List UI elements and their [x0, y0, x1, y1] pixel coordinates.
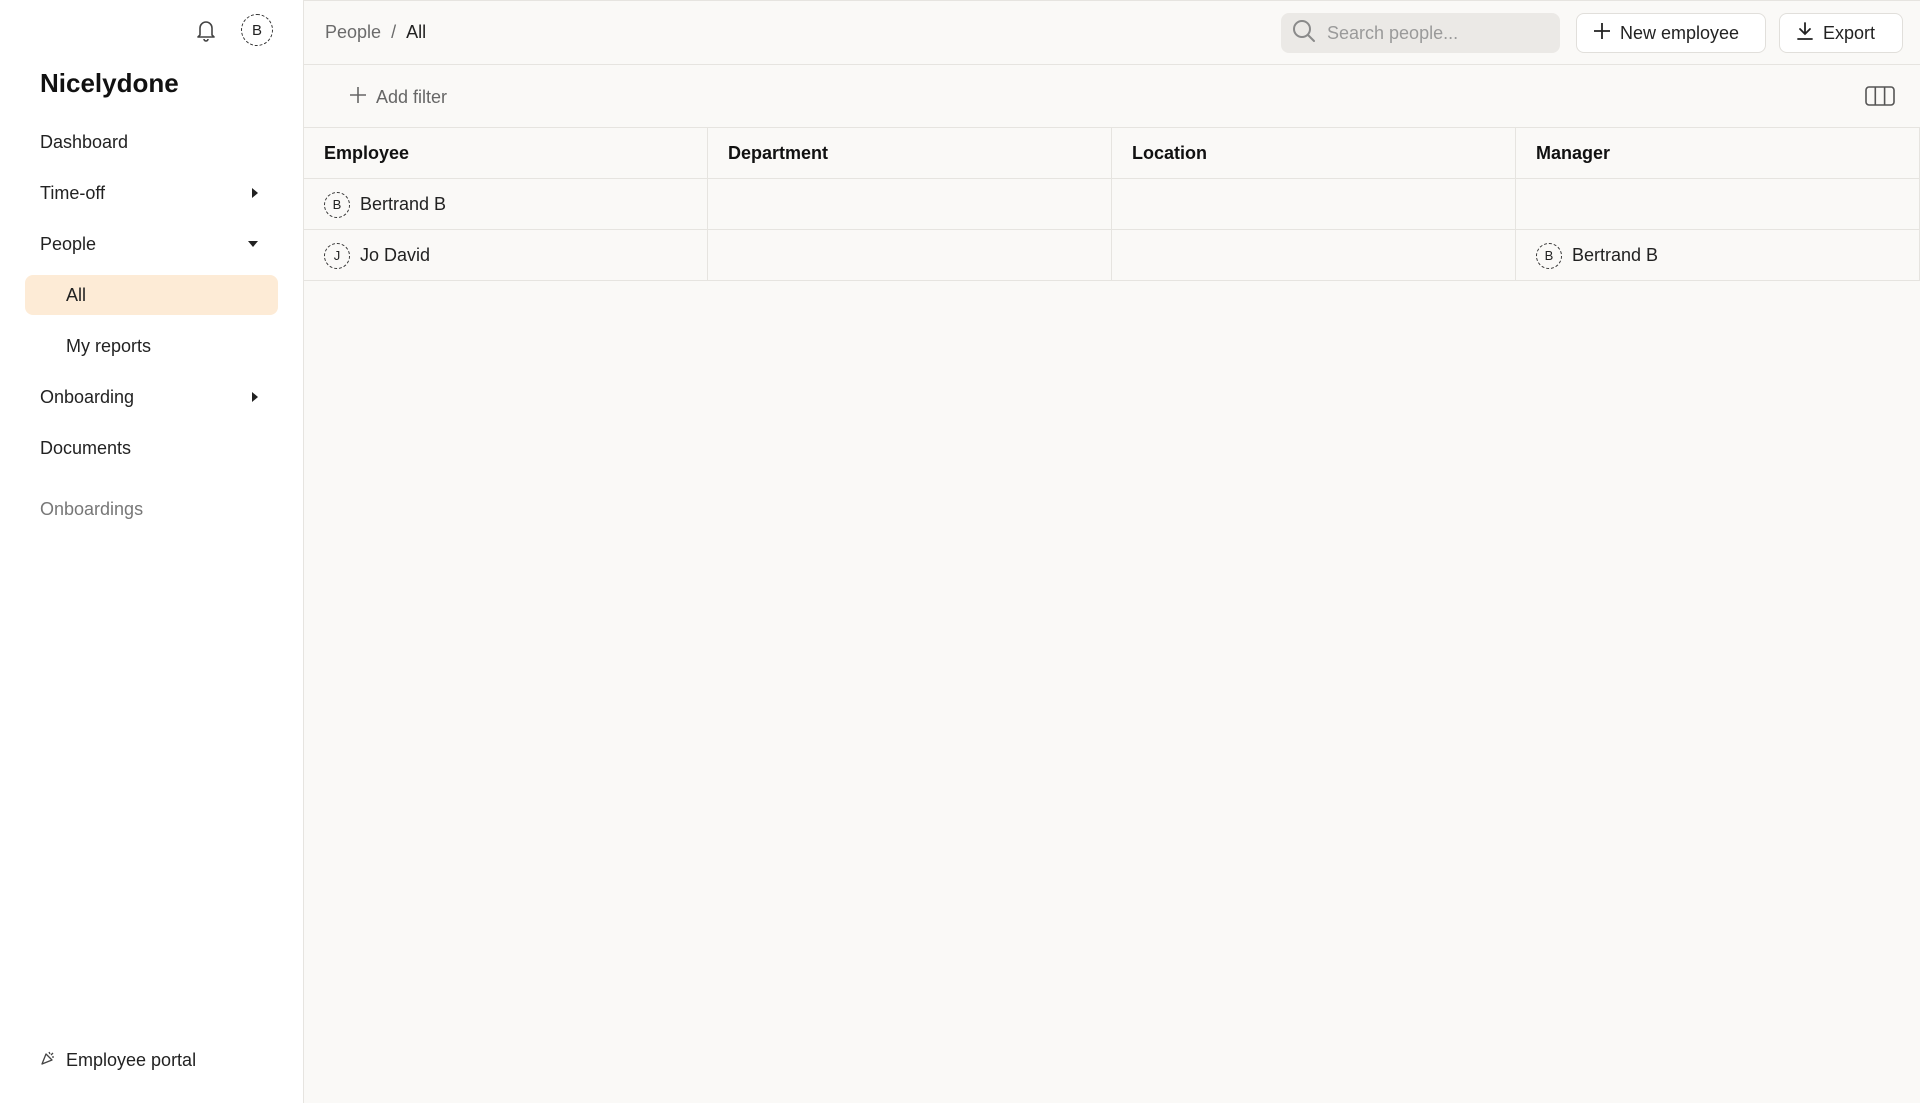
columns-icon[interactable]	[1865, 85, 1895, 112]
sidebar-item-label: Dashboard	[40, 131, 129, 152]
column-header-location[interactable]: Location	[1112, 128, 1516, 179]
sidebar-item-label: All	[66, 284, 87, 305]
search-icon	[1291, 18, 1317, 49]
column-header-manager[interactable]: Manager	[1516, 128, 1920, 179]
new-employee-button[interactable]: New employee	[1576, 13, 1766, 53]
sidebar-item-people-all[interactable]: All	[25, 275, 278, 315]
brand-name: Nicelydone	[40, 68, 179, 98]
column-header-employee[interactable]: Employee	[304, 128, 708, 179]
sidebar-item-documents[interactable]: Documents	[25, 428, 278, 468]
chevron-down-icon	[248, 241, 258, 247]
manager-avatar: B	[1536, 242, 1562, 269]
export-button[interactable]: Export	[1779, 13, 1903, 53]
chevron-right-icon	[252, 188, 258, 198]
top-bar: People / All New employee	[304, 0, 1920, 65]
plus-icon	[348, 85, 368, 110]
location-cell	[1112, 230, 1516, 281]
sidebar-nav: Dashboard Time-off People All My reports…	[25, 122, 278, 479]
column-header-department[interactable]: Department	[708, 128, 1112, 179]
plus-icon	[1592, 21, 1612, 46]
employee-portal-label: Employee portal	[66, 1050, 197, 1070]
party-popper-icon	[40, 1050, 56, 1071]
user-avatar[interactable]: B	[241, 14, 273, 46]
department-cell	[708, 179, 1112, 230]
table-row[interactable]: J Jo David B Bertrand B	[304, 230, 1920, 281]
breadcrumb-separator: /	[391, 22, 397, 42]
manager-cell	[1516, 179, 1920, 230]
sidebar-item-my-reports[interactable]: My reports	[25, 326, 278, 366]
main-content: People / All New employee	[304, 0, 1920, 1103]
sidebar-item-people[interactable]: People	[25, 224, 278, 264]
employee-name: Jo David	[360, 245, 431, 265]
add-filter-label: Add filter	[376, 87, 448, 107]
manager-cell[interactable]: B Bertrand B	[1516, 230, 1920, 281]
table-header-row: Employee Department Location Manager	[304, 128, 1920, 179]
sidebar-item-label: My reports	[66, 335, 152, 356]
section-label-onboardings: Onboardings	[40, 499, 144, 519]
filter-bar: Add filter	[304, 65, 1920, 128]
sidebar-item-dashboard[interactable]: Dashboard	[25, 122, 278, 162]
people-table: Employee Department Location Manager B B…	[304, 128, 1920, 281]
sidebar-item-onboarding[interactable]: Onboarding	[25, 377, 278, 417]
search-box[interactable]	[1281, 13, 1560, 53]
employee-name: Bertrand B	[360, 194, 447, 214]
breadcrumb-people[interactable]: People	[325, 22, 381, 43]
sidebar-item-label: People	[40, 233, 97, 254]
sidebar: B Nicelydone Dashboard Time-off People A…	[0, 0, 304, 1103]
breadcrumb-current: All	[406, 22, 427, 42]
export-label: Export	[1823, 22, 1876, 43]
sidebar-item-time-off[interactable]: Time-off	[25, 173, 278, 213]
app: B Nicelydone Dashboard Time-off People A…	[0, 0, 1920, 1103]
download-icon	[1795, 21, 1815, 46]
search-input[interactable]	[1327, 22, 1547, 44]
table-row[interactable]: B Bertrand B	[304, 179, 1920, 230]
manager-name: Bertrand B	[1572, 245, 1659, 265]
sidebar-item-label: Documents	[40, 437, 132, 458]
sidebar-top-actions: B	[193, 14, 273, 46]
sidebar-item-label: Time-off	[40, 182, 106, 203]
location-cell	[1112, 179, 1516, 230]
bell-icon[interactable]	[193, 17, 219, 43]
employee-portal-link[interactable]: Employee portal	[40, 1050, 196, 1071]
employee-avatar: B	[324, 191, 350, 218]
sidebar-item-label: Onboarding	[40, 386, 135, 407]
employee-cell[interactable]: B Bertrand B	[304, 179, 708, 230]
new-employee-label: New employee	[1620, 22, 1740, 43]
employee-avatar: J	[324, 242, 350, 269]
department-cell	[708, 230, 1112, 281]
add-filter-button[interactable]: Add filter	[348, 85, 447, 110]
breadcrumb: People / All	[325, 22, 426, 43]
chevron-right-icon	[252, 392, 258, 402]
employee-cell[interactable]: J Jo David	[304, 230, 708, 281]
